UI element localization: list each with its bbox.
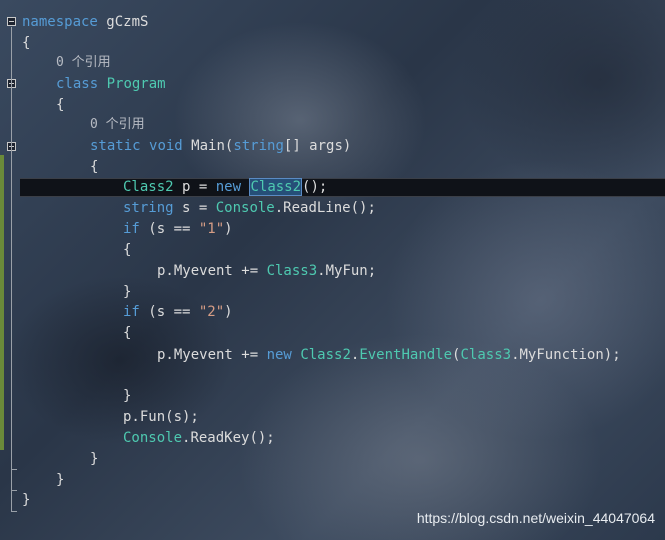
reference-count-hint[interactable]: 0 个引用 (90, 115, 145, 135)
code-line: p.Fun(s); (123, 409, 199, 425)
code-line: } (123, 284, 132, 300)
code-line: } (90, 451, 99, 467)
code-line: } (123, 388, 132, 404)
code-line: if (s == "1") (123, 221, 233, 237)
code-line: if (s == "2") (123, 304, 233, 320)
change-indicator-bar (0, 155, 4, 450)
fold-end-mark (11, 511, 17, 512)
code-line: } (22, 492, 31, 508)
fold-guide-line (11, 27, 12, 512)
code-line-current: Class2 p = new Class2(); (123, 178, 328, 196)
watermark-text: https://blog.csdn.net/weixin_44047064 (416, 510, 655, 526)
code-line: } (56, 472, 65, 488)
code-line: { (123, 242, 132, 258)
code-line: static void Main(string[] args) (90, 138, 352, 154)
code-line: { (22, 35, 31, 51)
selected-identifier[interactable]: Class2 (249, 178, 303, 196)
code-line: namespace gCzmS (22, 14, 149, 30)
code-line: { (123, 325, 132, 341)
code-line: Console.ReadKey(); (123, 430, 275, 446)
code-line: string s = Console.ReadLine(); (123, 200, 376, 216)
code-line: p.Myevent += Class3.MyFun; (157, 263, 377, 279)
code-line: p.Myevent += new Class2.EventHandle(Clas… (157, 347, 621, 363)
code-line: { (90, 159, 99, 175)
fold-end-mark (11, 469, 17, 470)
reference-count-hint[interactable]: 0 个引用 (56, 53, 111, 73)
current-line-highlight (20, 178, 665, 197)
code-line: class Program (56, 76, 166, 92)
collapse-namespace-icon[interactable] (7, 17, 16, 26)
fold-end-mark (11, 490, 17, 491)
code-line: { (56, 97, 65, 113)
